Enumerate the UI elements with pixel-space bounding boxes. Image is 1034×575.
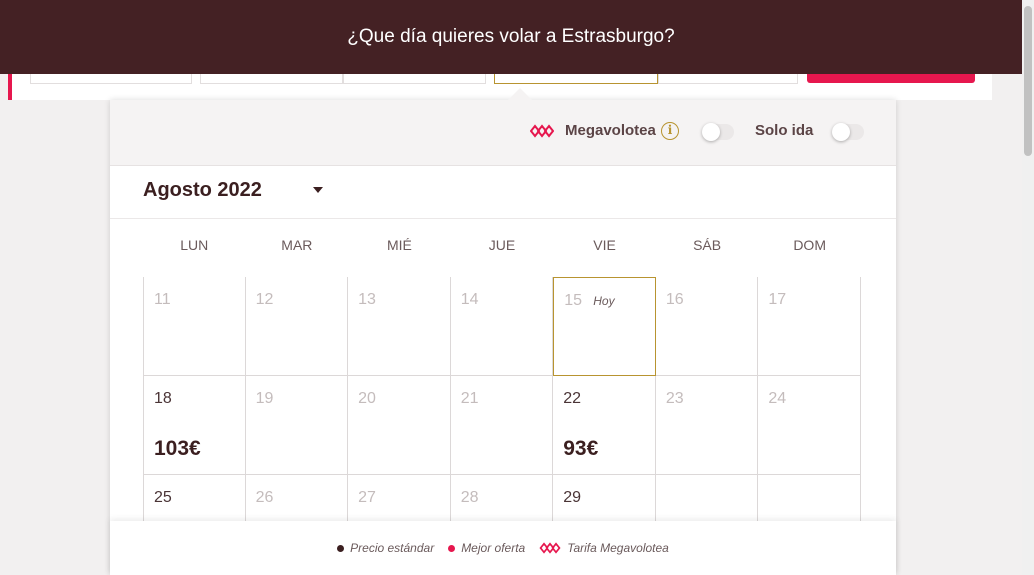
- options-bar: Megavolotea i Solo ida: [110, 100, 896, 166]
- calendar-day-cell: 20: [348, 376, 451, 475]
- day-number: 14: [460, 291, 479, 308]
- weekday-label: VIE: [593, 237, 616, 253]
- panel-pointer: [508, 88, 532, 100]
- solo-ida-label: Solo ida: [755, 122, 814, 139]
- day-number: 19: [255, 390, 274, 407]
- dot-icon: [448, 544, 456, 552]
- calendar-day-cell: 23: [655, 376, 759, 475]
- calendar-day-cell[interactable]: 22 93€: [553, 376, 656, 475]
- calendar-day-cell: 11: [143, 277, 246, 376]
- megavolotea-logo-icon: [530, 124, 554, 138]
- weekday-label: JUE: [488, 237, 516, 253]
- weekday-label: MIÉ: [386, 237, 412, 253]
- legend-megavolotea-label: Tarifa Megavolotea: [567, 541, 669, 555]
- day-number: 21: [460, 390, 479, 407]
- scrollbar-thumb[interactable]: [1024, 6, 1032, 156]
- solo-ida-toggle[interactable]: [832, 123, 864, 141]
- calendar-day-cell: 21: [450, 376, 554, 475]
- day-number: 17: [768, 291, 787, 308]
- megavolotea-toggle[interactable]: [702, 123, 734, 141]
- megavolotea-label: Megavolotea: [565, 122, 656, 139]
- toggle-knob: [702, 123, 720, 141]
- calendar-day-cell: 17: [758, 277, 861, 376]
- calendar-day-cell: 15 Hoy: [553, 277, 656, 376]
- calendar-week-row: 18 103€ 19 20 21 22 93€ 23 24: [143, 376, 861, 475]
- day-number: 28: [460, 489, 479, 506]
- weekday-label: MAR: [281, 237, 313, 253]
- calendar-day-cell: 14: [450, 277, 554, 376]
- toggle-knob: [832, 123, 850, 141]
- day-number: 18: [154, 390, 172, 407]
- weekday-header: LUN MAR MIÉ JUE VIE SÁB DOM: [143, 237, 861, 257]
- megavolotea-logo-icon: [539, 542, 561, 554]
- day-number: 16: [665, 291, 684, 308]
- legend-best-label: Mejor oferta: [461, 541, 526, 555]
- day-number: 23: [665, 390, 684, 407]
- day-number: 20: [358, 390, 376, 407]
- legend-best: Mejor oferta: [448, 541, 525, 555]
- info-icon[interactable]: i: [661, 122, 679, 140]
- calendar-day-cell: 24: [758, 376, 861, 475]
- day-number: 27: [358, 489, 376, 506]
- day-number: 11: [154, 291, 171, 308]
- fare-price[interactable]: 103€: [154, 437, 201, 461]
- day-number: 26: [255, 489, 274, 506]
- weekday-label: SÁB: [693, 237, 722, 253]
- day-number: 29: [563, 489, 582, 506]
- calendar-week-row: 11 12 13 14 15 Hoy 16 17: [143, 277, 861, 376]
- month-selector[interactable]: Agosto 2022: [110, 167, 896, 219]
- day-number: 25: [154, 489, 172, 506]
- chevron-down-icon[interactable]: [313, 187, 323, 193]
- legend-megavolotea: Tarifa Megavolotea: [539, 541, 669, 555]
- legend-standard: Precio estándar: [337, 541, 434, 555]
- day-number: 13: [358, 291, 376, 308]
- calendar-day-cell: 13: [348, 277, 451, 376]
- calendar-day-cell[interactable]: 18 103€: [143, 376, 246, 475]
- weekday-label: LUN: [180, 237, 209, 253]
- month-label[interactable]: Agosto 2022: [143, 179, 262, 202]
- weekday-label: DOM: [793, 237, 826, 253]
- page-scrollbar[interactable]: [1022, 0, 1034, 575]
- banner-title: ¿Que día quieres volar a Estrasburgo?: [347, 26, 675, 47]
- day-number: 24: [768, 390, 787, 407]
- calendar-panel: Megavolotea i Solo ida Agosto 2022 LUN MA…: [110, 100, 896, 575]
- day-number: 12: [255, 291, 274, 308]
- calendar-day-cell: 16: [655, 277, 759, 376]
- calendar-day-cell: 19: [245, 376, 349, 475]
- day-number: 22: [563, 390, 582, 407]
- legend-standard-label: Precio estándar: [350, 541, 435, 555]
- day-number: 15: [564, 292, 583, 309]
- price-legend: Precio estándar Mejor oferta Tarifa Mega…: [110, 521, 896, 575]
- calendar-day-cell: 12: [245, 277, 349, 376]
- dot-icon: [337, 544, 345, 552]
- fare-price[interactable]: 93€: [563, 437, 598, 461]
- today-label: Hoy: [593, 294, 615, 308]
- date-prompt-banner: ¿Que día quieres volar a Estrasburgo?: [0, 0, 1022, 74]
